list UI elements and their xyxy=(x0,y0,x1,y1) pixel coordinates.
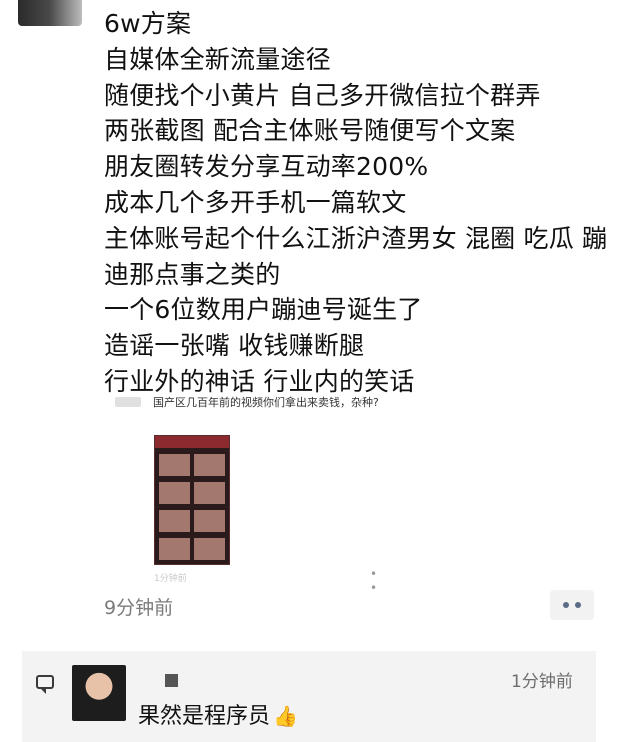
post-line: 6w方案 xyxy=(104,9,192,38)
dot xyxy=(563,602,569,608)
shared-avatar xyxy=(115,397,141,407)
commenter-avatar[interactable] xyxy=(72,665,126,721)
video-tile xyxy=(194,538,225,560)
shared-timestamp: 1分钟前 xyxy=(154,574,187,584)
commenter-name-block[interactable] xyxy=(165,674,178,687)
shared-post-text: 国产区几百年前的视频你们拿出来卖钱，杂种? xyxy=(153,396,379,409)
post-line: 朋友圈转发分享互动率200% xyxy=(104,152,429,182)
comments-section: 1分钟前 果然是程序员 👍 xyxy=(22,651,596,742)
video-thumbnail[interactable] xyxy=(154,435,230,565)
video-header-bar xyxy=(155,436,229,448)
video-tile xyxy=(159,510,190,532)
shared-screenshot[interactable]: 国产区几百年前的视频你们拿出来卖钱，杂种? 1分钟前 • • xyxy=(115,395,393,595)
post-line: 一个6位数用户蹦迪号诞生了 xyxy=(104,295,423,325)
post-line: 自媒体全新流量途径 xyxy=(104,44,331,74)
post-timestamp: 9分钟前 xyxy=(104,597,174,619)
video-tile xyxy=(159,538,190,560)
video-tile xyxy=(159,454,190,476)
video-tile xyxy=(159,482,190,504)
dot xyxy=(575,602,581,608)
shared-more-icon: • • xyxy=(370,567,380,595)
thumbs-up-icon: 👍 xyxy=(273,704,298,728)
comment-timestamp: 1分钟前 xyxy=(511,672,573,692)
post-line: 主体账号起个什么江浙沪渣男女 混圈 吃瓜 蹦迪那点事之类的 xyxy=(104,223,608,289)
post-text: 6w方案 自媒体全新流量途径 随便找个小黄片 自己多开微信拉个群弄 两张截图 配… xyxy=(104,6,610,400)
post-line: 两张截图 配合主体账号随便写个文案 xyxy=(104,116,516,146)
author-avatar[interactable] xyxy=(18,0,82,26)
comment-body: 果然是程序员 xyxy=(138,704,271,729)
post-line: 造谣一张嘴 收钱赚断腿 xyxy=(104,331,365,361)
comment-icon xyxy=(36,675,54,694)
post-line: 随便找个小黄片 自己多开微信拉个群弄 xyxy=(104,80,541,110)
comment-text: 果然是程序员 👍 xyxy=(138,698,298,730)
video-tile xyxy=(194,510,225,532)
video-tile xyxy=(194,454,225,476)
post-line: 成本几个多开手机一篇软文 xyxy=(104,187,407,217)
video-tile xyxy=(194,482,225,504)
more-dots-icon[interactable] xyxy=(550,590,594,620)
